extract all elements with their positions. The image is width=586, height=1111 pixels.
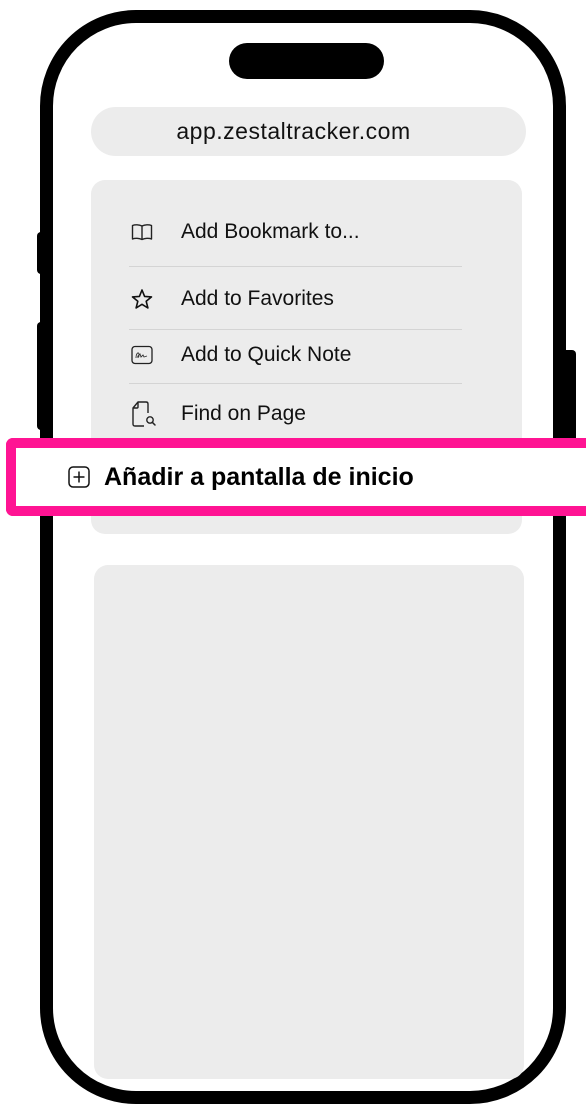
- menu-item-label: Find on Page: [181, 402, 306, 425]
- menu-item-label: Add to Favorites: [181, 287, 334, 310]
- divider: [129, 266, 462, 267]
- menu-item-label: Add Bookmark to...: [181, 220, 360, 243]
- divider: [129, 329, 462, 330]
- divider: [129, 383, 462, 384]
- page-content-placeholder: [94, 565, 524, 1079]
- star-icon: [129, 284, 169, 314]
- plus-square-icon: [68, 466, 90, 488]
- dynamic-island: [229, 43, 384, 79]
- menu-item-quick-note[interactable]: Add to Quick Note: [129, 338, 462, 372]
- address-bar[interactable]: app.zestaltracker.com: [91, 107, 526, 156]
- menu-item-add-favorites[interactable]: Add to Favorites: [129, 282, 462, 316]
- add-to-home-screen-item[interactable]: Añadir a pantalla de inicio: [6, 438, 586, 516]
- menu-item-add-bookmark[interactable]: Add Bookmark to...: [129, 217, 462, 247]
- add-to-home-screen-label: Añadir a pantalla de inicio: [104, 462, 414, 491]
- url-text: app.zestaltracker.com: [176, 118, 411, 144]
- quick-note-icon: [129, 340, 169, 370]
- menu-item-find-on-page[interactable]: Find on Page: [129, 395, 462, 433]
- book-icon: [129, 217, 169, 247]
- menu-item-label: Add to Quick Note: [181, 343, 352, 366]
- find-on-page-icon: [129, 399, 169, 429]
